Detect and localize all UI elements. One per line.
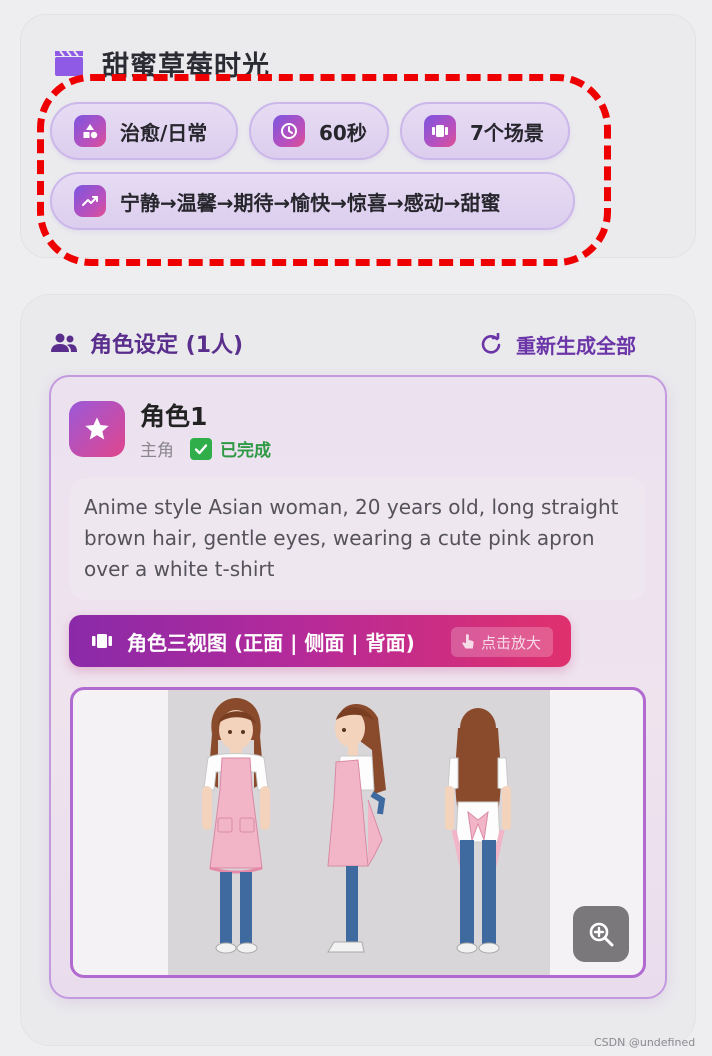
story-title-row: 甜蜜草莓时光: [54, 44, 270, 82]
regenerate-all-button[interactable]: 重新生成全部: [480, 325, 636, 363]
refresh-icon: [481, 333, 501, 354]
character-status: 已完成: [220, 441, 271, 461]
scenes-icon: [424, 115, 456, 147]
check-icon: [190, 437, 212, 460]
regenerate-all-label: 重新生成全部: [516, 333, 636, 358]
character-meta: 主角 已完成: [140, 436, 271, 461]
people-icon: [51, 333, 77, 352]
clapperboard-icon: [55, 50, 83, 76]
zoom-in-icon: [589, 922, 614, 947]
trend-icon: [74, 185, 106, 217]
three-view-header: 角色三视图 (正面 | 侧面 | 背面) 点击放大: [69, 615, 571, 667]
zoom-hint: 点击放大: [480, 633, 541, 652]
tag-duration: 60秒: [249, 102, 389, 160]
tag-label: 治愈/日常: [120, 120, 208, 145]
turnaround-sheet: [168, 690, 550, 975]
clock-icon: [273, 115, 305, 147]
star-icon: [85, 417, 109, 440]
scenes-icon: [92, 634, 112, 648]
zoom-in-button[interactable]: [573, 906, 629, 962]
character-badge: [69, 401, 125, 457]
watermark: CSDN @undefined: [594, 1036, 696, 1049]
section-title: 角色设定 (1人): [90, 333, 244, 358]
tag-emotion-arc: 宁静→温馨→期待→愉快→惊喜→感动→甜蜜: [50, 172, 575, 230]
tag-scenes: 7个场景: [400, 102, 570, 160]
side-view-figure: [327, 703, 386, 953]
tap-icon: [462, 634, 474, 649]
section-header: 角色设定 (1人): [50, 324, 243, 362]
character-type: 主角: [140, 441, 174, 461]
click-to-zoom-chip[interactable]: 点击放大: [450, 627, 553, 657]
shapes-icon: [74, 115, 106, 147]
tag-label: 宁静→温馨→期待→愉快→惊喜→感动→甜蜜: [120, 190, 501, 215]
three-view-label: 角色三视图 (正面 | 侧面 | 背面): [127, 630, 415, 655]
tag-genre: 治愈/日常: [50, 102, 238, 160]
character-three-view-illustration: [202, 698, 511, 954]
front-view-figure: [202, 698, 270, 954]
character-name: 角色1: [140, 402, 208, 431]
tag-label: 60秒: [319, 120, 367, 145]
character-turnaround-image[interactable]: [70, 687, 646, 978]
tag-label: 7个场景: [470, 120, 544, 145]
story-title: 甜蜜草莓时光: [102, 50, 270, 82]
character-description: Anime style Asian woman, 20 years old, l…: [70, 478, 646, 600]
back-view-figure: [445, 708, 511, 954]
